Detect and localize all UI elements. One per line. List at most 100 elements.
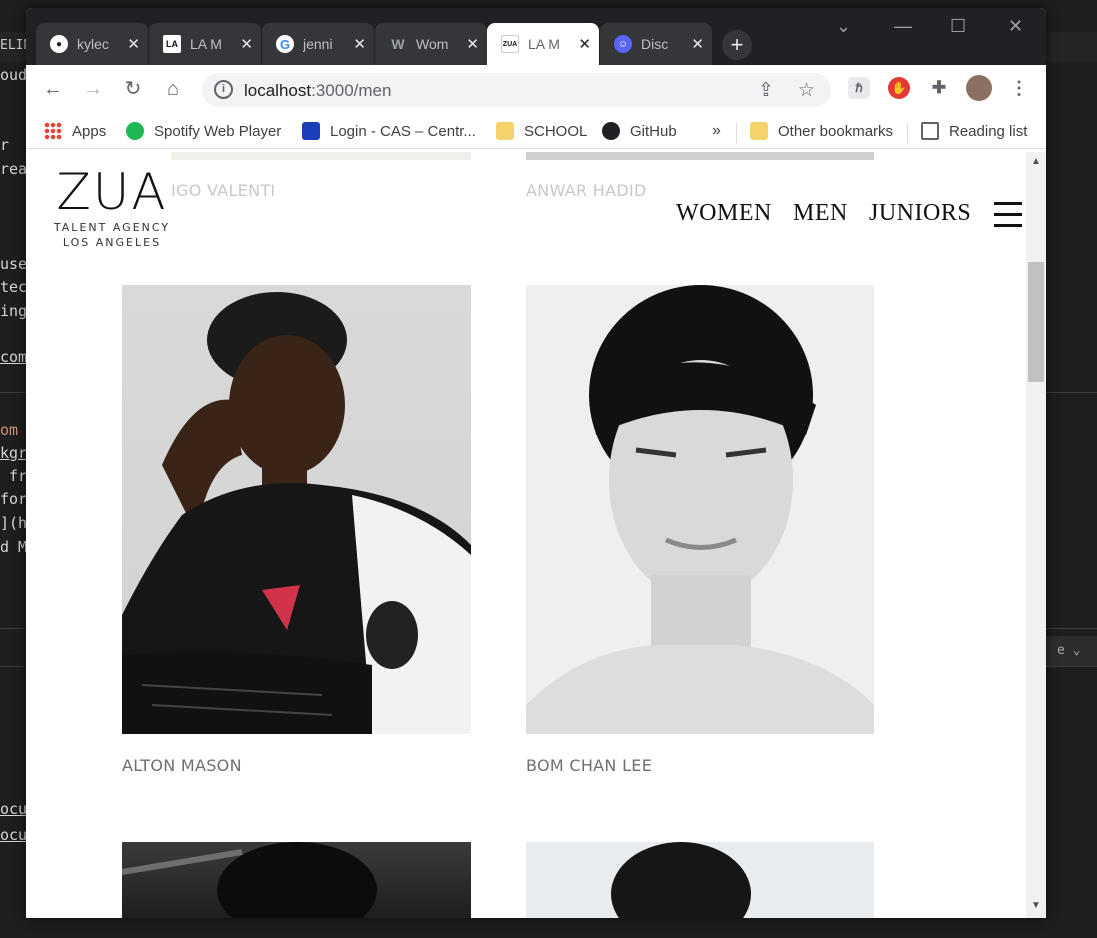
tab-title: LA M — [190, 36, 222, 52]
editor-text: ](h — [0, 514, 28, 532]
reading-list-button[interactable]: Reading list — [921, 122, 1027, 140]
model-photo[interactable] — [171, 152, 471, 160]
scrollbar-thumb[interactable] — [1028, 262, 1044, 382]
tab-zua-active[interactable]: ZUA LA M ✕ — [487, 23, 599, 65]
new-tab-button[interactable]: + — [722, 30, 752, 60]
editor-dropdown[interactable]: e ⌄ — [1045, 636, 1097, 666]
wilhelmina-icon: W — [391, 36, 405, 52]
editor-text: oud — [0, 66, 28, 84]
editor-text: ing — [0, 302, 28, 320]
editor-text: tec — [0, 278, 28, 296]
tab-github[interactable]: ● kylec ✕ — [36, 23, 148, 65]
scroll-up-icon[interactable]: ▲ — [1031, 156, 1041, 167]
nav-men[interactable]: MEN — [793, 200, 848, 227]
close-icon[interactable]: ✕ — [578, 35, 591, 53]
extension-k-icon[interactable]: ℏ — [848, 77, 870, 99]
tab-title: Disc — [641, 36, 669, 52]
editor-text: ocu — [0, 826, 28, 844]
tab-title: kylec — [77, 36, 109, 52]
reload-icon[interactable]: ↻ — [118, 75, 148, 103]
portrait-illustration — [122, 292, 471, 734]
model-photo-bom-chan-lee[interactable] — [526, 285, 874, 734]
editor-text: fr — [0, 467, 28, 485]
model-name[interactable]: IGO VALENTI — [171, 181, 275, 200]
tab-women[interactable]: W Wom ✕ — [375, 23, 487, 65]
portrait-illustration — [611, 842, 751, 918]
discord-icon: ☺ — [614, 35, 632, 53]
bookmark-divider — [907, 123, 908, 143]
github-icon: ● — [50, 35, 68, 53]
bookmark-divider — [736, 123, 737, 143]
editor-text: use — [0, 255, 28, 273]
back-arrow-icon[interactable]: ← — [38, 75, 68, 103]
github-icon — [602, 122, 620, 140]
bookmarks-overflow-button[interactable]: » — [712, 122, 721, 140]
editor-text: rea — [0, 160, 28, 178]
folder-icon — [750, 122, 768, 140]
close-icon[interactable]: ✕ — [127, 35, 140, 53]
bookmark-other[interactable]: Other bookmarks — [750, 122, 893, 140]
browser-toolbar: ← → ↻ ⌂ i localhost:3000/men ⇪ ☆ ℏ ✋ ✚ ⋮ — [26, 65, 1046, 113]
cas-login-icon — [302, 122, 320, 140]
hamburger-menu-icon[interactable] — [994, 200, 1022, 228]
minimize-icon[interactable]: — — [894, 16, 912, 37]
tab-title: Wom — [416, 36, 449, 52]
bookmark-spotify[interactable]: Spotify Web Player — [126, 122, 281, 140]
tab-la-models[interactable]: LA LA M ✕ — [149, 23, 261, 65]
model-photo[interactable] — [526, 842, 874, 918]
editor-text: d M — [0, 538, 28, 556]
portrait-illustration — [526, 285, 874, 734]
editor-text: om — [0, 421, 19, 439]
tab-title: LA M — [528, 36, 560, 52]
page-viewport: IGO VALENTI ANWAR HADID ZUA TALENT AGENC… — [26, 152, 1026, 918]
maximize-icon[interactable]: ☐ — [950, 16, 966, 37]
tab-strip: ● kylec ✕ LA LA M ✕ G jenni ✕ W Wom ✕ ZU… — [26, 8, 1046, 66]
address-url[interactable]: localhost:3000/men — [244, 81, 391, 101]
close-icon[interactable]: ✕ — [240, 35, 253, 53]
kebab-menu-icon[interactable]: ⋮ — [1008, 77, 1030, 99]
zua-logo[interactable]: ZUA TALENT AGENCY LOS ANGELES — [52, 164, 172, 250]
editor-text: ocu — [0, 800, 28, 818]
tab-google[interactable]: G jenni ✕ — [262, 23, 374, 65]
close-window-icon[interactable]: ✕ — [1008, 16, 1023, 37]
tab-search-icon[interactable]: ⌄ — [836, 16, 851, 37]
la-models-icon: LA — [163, 35, 181, 53]
page-scrollbar[interactable]: ▲ ▼ — [1026, 152, 1046, 918]
apps-grid-icon — [44, 122, 62, 140]
model-name[interactable]: BOM CHAN LEE — [526, 756, 652, 775]
bookmark-github[interactable]: GitHub — [602, 122, 677, 140]
model-photo[interactable] — [526, 152, 874, 160]
avatar[interactable] — [966, 75, 992, 101]
scroll-down-icon[interactable]: ▼ — [1031, 900, 1041, 911]
home-icon[interactable]: ⌂ — [158, 75, 188, 103]
forward-arrow-icon[interactable]: → — [78, 75, 108, 103]
share-icon[interactable]: ⇪ — [758, 79, 774, 102]
adblock-icon[interactable]: ✋ — [888, 77, 910, 99]
close-icon[interactable]: ✕ — [353, 35, 366, 53]
model-photo-alton-mason[interactable] — [122, 285, 471, 734]
google-icon: G — [276, 35, 294, 53]
nav-women[interactable]: WOMEN — [676, 200, 772, 227]
close-icon[interactable]: ✕ — [691, 35, 704, 53]
star-icon[interactable]: ☆ — [798, 79, 815, 102]
info-icon[interactable]: i — [214, 80, 233, 99]
close-icon[interactable]: ✕ — [466, 35, 479, 53]
nav-juniors[interactable]: JUNIORS — [869, 200, 971, 227]
editor-text: r — [0, 136, 10, 154]
bookmark-cas-login[interactable]: Login - CAS – Centr... — [302, 122, 476, 140]
bookmark-apps[interactable]: Apps — [44, 122, 106, 140]
model-name[interactable]: ALTON MASON — [122, 756, 242, 775]
model-photo[interactable] — [122, 842, 471, 918]
browser-window: ● kylec ✕ LA LA M ✕ G jenni ✕ W Wom ✕ ZU… — [26, 8, 1046, 918]
editor-text: com — [0, 348, 28, 366]
bookmark-school[interactable]: SCHOOL — [496, 122, 587, 140]
bookmarks-bar: Apps Spotify Web Player Login - CAS – Ce… — [26, 113, 1046, 149]
extensions-puzzle-icon[interactable]: ✚ — [928, 77, 950, 99]
address-bar[interactable]: i localhost:3000/men ⇪ ☆ — [202, 73, 831, 107]
folder-icon — [496, 122, 514, 140]
spotify-icon — [126, 122, 144, 140]
tab-title: jenni — [303, 36, 333, 52]
tab-discord[interactable]: ☺ Disc ✕ — [600, 23, 712, 65]
model-name[interactable]: ANWAR HADID — [526, 181, 647, 200]
portrait-illustration — [122, 842, 377, 918]
